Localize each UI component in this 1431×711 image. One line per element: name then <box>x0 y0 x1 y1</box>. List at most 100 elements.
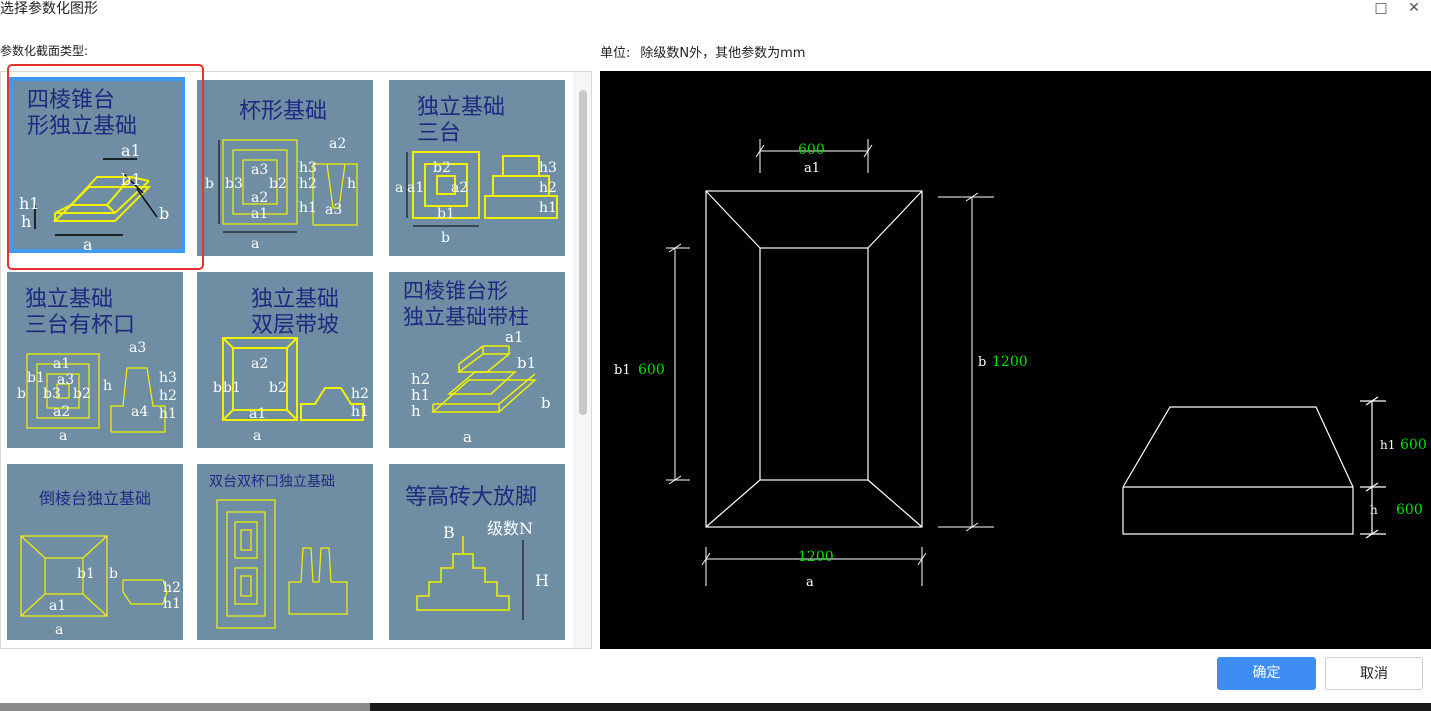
tile5-h1: h1 <box>351 404 369 420</box>
tile4-b: b <box>17 386 26 402</box>
preview-a-label: a <box>806 575 814 590</box>
units-info: 单位: 除级数N外，其他参数为mm <box>600 42 805 61</box>
tile1-title-2: 形独立基础 <box>27 114 137 139</box>
units-value: 除级数N外，其他参数为mm <box>640 46 806 61</box>
tile4-a1: a1 <box>53 356 70 372</box>
tile5-a: a <box>253 428 261 444</box>
units-label: 单位: <box>600 46 631 61</box>
close-icon[interactable]: ✕ <box>1403 0 1425 20</box>
preview-panel: 600 a1 b1 600 b 1200 1200 a h1 600 h 600 <box>600 71 1431 649</box>
tile7-a1: a1 <box>49 598 66 614</box>
plan-view <box>705 190 923 528</box>
preview-b-value: 1200 <box>992 354 1028 370</box>
tile5-b: b <box>213 380 222 396</box>
tile-three-step-foundation[interactable]: 独立基础 三台 b2 a2 a a1 b1 b h3 h2 h1 <box>389 80 565 256</box>
tile4-h: h <box>103 378 112 394</box>
tile-brick-footing-graphic: 等高砖大放脚 B 级数N H <box>389 464 565 640</box>
tile-brick-footing[interactable]: 等高砖大放脚 B 级数N H <box>389 464 565 640</box>
tile-three-step-cup-foundation-graphic: 独立基础 三台有杯口 a1 b1 a3 b b3 b2 a2 a a3 h a4… <box>7 272 183 448</box>
tile2-b2: b2 <box>269 176 287 192</box>
cancel-button[interactable]: 取消 <box>1325 657 1423 690</box>
tile4-b2: b2 <box>73 386 91 402</box>
preview-b1-label: b1 <box>614 363 631 378</box>
tile4-h3: h3 <box>159 370 177 386</box>
tile-four-pyramid-foundation[interactable]: 四棱锥台 形独立基础 a1 b1 h1 h b a <box>9 77 185 253</box>
preview-drawing: 600 a1 b1 600 b 1200 1200 a h1 600 h 600 <box>614 139 1427 590</box>
tile-double-slope-foundation[interactable]: 独立基础 双层带坡 a2 b b1 b2 a1 a h2 h1 <box>197 272 373 448</box>
tile3-a2: a2 <box>451 180 468 196</box>
tile3-a1: a1 <box>407 180 424 196</box>
tile3-b: b <box>441 230 450 246</box>
window-title: 选择参数化图形 <box>0 1 98 17</box>
tile5-title-1: 独立基础 <box>251 287 339 312</box>
tile1-h: h <box>21 212 31 231</box>
section-type-label: 参数化截面类型: <box>0 44 89 58</box>
tile5-h2: h2 <box>351 386 369 402</box>
tile2-h: h <box>347 176 356 192</box>
gallery-scrollbar[interactable] <box>573 72 591 648</box>
tile4-h2: h2 <box>159 388 177 404</box>
tile4-a4: a4 <box>131 404 148 420</box>
tile-inverted-frustum-foundation-graphic: 倒棱台独立基础 b1 a1 a b h2 h1 <box>7 464 183 640</box>
tile2-b3: b3 <box>225 176 243 192</box>
tile9-level-n: 级数N <box>487 519 533 538</box>
tile4-b1: b1 <box>27 370 45 386</box>
tile2-a2-top: a2 <box>329 136 346 152</box>
tile3-h2: h2 <box>539 180 557 196</box>
tile7-h2: h2 <box>163 580 181 596</box>
preview-a1-label: a1 <box>804 161 820 176</box>
tile-pyramid-foundation-with-column[interactable]: 四棱锥台形 独立基础带柱 a1 b1 h2 h1 h b a <box>389 272 565 448</box>
preview-h1-label: h1 <box>1380 438 1395 452</box>
tile7-a: a <box>55 622 63 638</box>
tile2-a2: a2 <box>251 190 268 206</box>
tile7-b1: b1 <box>77 566 95 582</box>
maximize-icon[interactable]: □ <box>1370 0 1392 20</box>
tile6-b1: b1 <box>517 354 536 372</box>
tile5-a1: a1 <box>249 406 266 422</box>
tile-cup-foundation-graphic: 杯形基础 b b3 a3 a2 a1 b2 a a2 h3 h2 h1 h a3 <box>197 80 373 256</box>
tile3-b2: b2 <box>433 160 451 176</box>
preview-h1-value: 600 <box>1400 437 1427 453</box>
tile4-a3-side: a3 <box>129 340 146 356</box>
tile6-title-2: 独立基础带柱 <box>403 305 529 329</box>
tile6-title-1: 四棱锥台形 <box>403 279 508 303</box>
tile2-h1: h1 <box>299 200 317 216</box>
tile7-h1: h1 <box>163 596 181 612</box>
tile7-title: 倒棱台独立基础 <box>39 489 151 508</box>
ok-button[interactable]: 确定 <box>1217 657 1316 690</box>
shape-gallery: 四棱锥台 形独立基础 a1 b1 h1 h b a 杯形基础 b b3 a3 a… <box>0 71 592 649</box>
tile4-title-1: 独立基础 <box>25 287 113 312</box>
tile6-a1: a1 <box>505 328 524 346</box>
tile1-b: b <box>159 204 169 223</box>
tile-three-step-cup-foundation[interactable]: 独立基础 三台有杯口 a1 b1 a3 b b3 b2 a2 a a3 h a4… <box>7 272 183 448</box>
tile2-title: 杯形基础 <box>239 99 327 124</box>
tile-cup-foundation[interactable]: 杯形基础 b b3 a3 a2 a1 b2 a a2 h3 h2 h1 h a3 <box>197 80 373 256</box>
tile-inverted-frustum-foundation[interactable]: 倒棱台独立基础 b1 a1 a b h2 h1 <box>7 464 183 640</box>
tile2-a3-side: a3 <box>325 202 342 218</box>
preview-b1-value: 600 <box>638 362 665 378</box>
tile2-a1: a1 <box>251 206 268 222</box>
elevation-view <box>1122 396 1386 539</box>
gallery-scrollbar-thumb[interactable] <box>579 90 587 415</box>
tile6-a: a <box>463 428 472 446</box>
tile1-b1: b1 <box>121 170 141 189</box>
tile9-H: H <box>535 571 549 590</box>
tile8-title: 双台双杯口独立基础 <box>209 473 335 490</box>
tile6-b: b <box>541 394 551 412</box>
tile1-a1: a1 <box>121 141 141 160</box>
tile2-b: b <box>205 176 214 192</box>
tile9-B: B <box>443 523 455 542</box>
tile1-a: a <box>83 235 93 253</box>
preview-b-label: b <box>978 355 986 370</box>
tile3-h3: h3 <box>539 160 557 176</box>
tile5-b2: b2 <box>269 380 287 396</box>
tile-double-step-double-cup-foundation[interactable]: 双台双杯口独立基础 <box>197 464 373 640</box>
preview-h-label: h <box>1370 503 1378 517</box>
preview-h-value: 600 <box>1396 502 1423 518</box>
tile2-h3: h3 <box>299 160 317 176</box>
preview-a-value: 1200 <box>798 549 834 565</box>
tile4-b3: b3 <box>43 386 61 402</box>
tile3-title-1: 独立基础 <box>417 95 505 120</box>
tile-three-step-foundation-graphic: 独立基础 三台 b2 a2 a a1 b1 b h3 h2 h1 <box>389 80 565 256</box>
tile4-title-2: 三台有杯口 <box>25 313 135 338</box>
